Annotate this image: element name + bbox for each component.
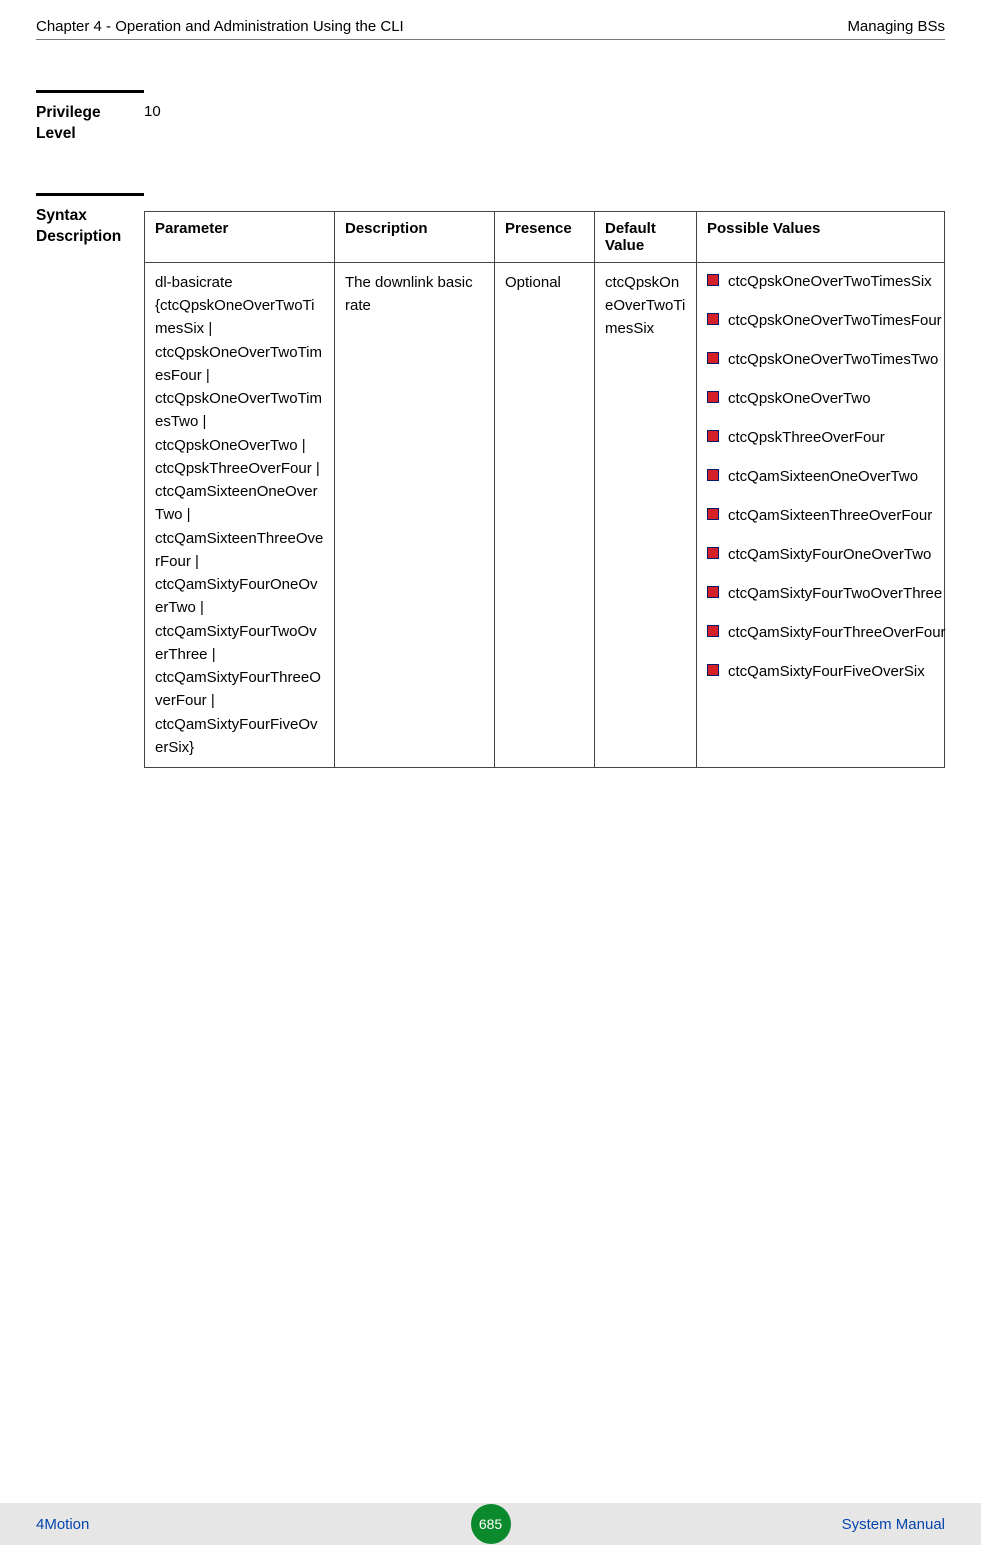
header-left: Chapter 4 - Operation and Administration… xyxy=(36,18,404,35)
possible-value-text: ctcQpskOneOverTwo xyxy=(728,388,934,409)
bullet-icon xyxy=(707,547,719,559)
bullet-icon xyxy=(707,469,719,481)
possible-value-text: ctcQpskOneOverTwoTimesSix xyxy=(728,271,934,292)
bullet-icon xyxy=(707,664,719,676)
bullet-icon xyxy=(707,430,719,442)
cell-parameter: dl-basicrate {ctcQpskOneOverTwoTimesSix … xyxy=(145,262,335,767)
col-parameter: Parameter xyxy=(145,211,335,262)
privilege-label: Privilege Level xyxy=(36,90,144,145)
list-item: ctcQamSixtyFourTwoOverThree xyxy=(707,583,934,604)
possible-value-text: ctcQamSixteenOneOverTwo xyxy=(728,466,934,487)
col-presence: Presence xyxy=(495,211,595,262)
bullet-icon xyxy=(707,625,719,637)
page-header: Chapter 4 - Operation and Administration… xyxy=(36,18,945,40)
list-item: ctcQamSixteenOneOverTwo xyxy=(707,466,934,487)
bullet-icon xyxy=(707,508,719,520)
list-item: ctcQpskOneOverTwoTimesFour xyxy=(707,310,934,331)
privilege-label-line2: Level xyxy=(36,125,76,142)
bullet-icon xyxy=(707,391,719,403)
list-item: ctcQpskOneOverTwoTimesSix xyxy=(707,271,934,292)
list-item: ctcQamSixtyFourThreeOverFour xyxy=(707,622,934,643)
bullet-icon xyxy=(707,274,719,286)
possible-value-text: ctcQpskOneOverTwoTimesFour xyxy=(728,310,942,331)
possible-value-text: ctcQamSixtyFourThreeOverFour xyxy=(728,622,946,643)
possible-value-text: ctcQamSixtyFourTwoOverThree xyxy=(728,583,942,604)
possible-value-text: ctcQpskThreeOverFour xyxy=(728,427,934,448)
page-number-badge: 685 xyxy=(471,1504,511,1544)
cell-default: ctcQpskOneOverTwoTimesSix xyxy=(595,262,697,767)
footer-right: System Manual xyxy=(842,1516,945,1533)
table-header-row: Parameter Description Presence Default V… xyxy=(145,211,945,262)
parameter-table: Parameter Description Presence Default V… xyxy=(144,211,945,768)
list-item: ctcQpskThreeOverFour xyxy=(707,427,934,448)
privilege-block: Privilege Level 10 xyxy=(36,90,945,145)
bullet-icon xyxy=(707,352,719,364)
col-default: Default Value xyxy=(595,211,697,262)
list-item: ctcQpskOneOverTwo xyxy=(707,388,934,409)
col-possible: Possible Values xyxy=(697,211,945,262)
privilege-value: 10 xyxy=(144,90,161,145)
header-right: Managing BSs xyxy=(847,18,945,35)
possible-value-text: ctcQamSixtyFourFiveOverSix xyxy=(728,661,934,682)
list-item: ctcQamSixtyFourOneOverTwo xyxy=(707,544,934,565)
cell-description: The downlink basic rate xyxy=(335,262,495,767)
possible-value-text: ctcQamSixtyFourOneOverTwo xyxy=(728,544,934,565)
possible-value-text: ctcQamSixteenThreeOverFour xyxy=(728,505,934,526)
page-footer: 4Motion 685 System Manual xyxy=(0,1503,981,1545)
syntax-label-line2: Description xyxy=(36,228,121,245)
possible-values-list: ctcQpskOneOverTwoTimesSix ctcQpskOneOver… xyxy=(707,271,934,682)
cell-possible: ctcQpskOneOverTwoTimesSix ctcQpskOneOver… xyxy=(697,262,945,767)
bullet-icon xyxy=(707,313,719,325)
syntax-description-block: Syntax Description Parameter Description… xyxy=(36,193,945,768)
privilege-label-line1: Privilege xyxy=(36,104,101,121)
bullet-icon xyxy=(707,586,719,598)
cell-presence: Optional xyxy=(495,262,595,767)
table-row: dl-basicrate {ctcQpskOneOverTwoTimesSix … xyxy=(145,262,945,767)
possible-value-text: ctcQpskOneOverTwoTimesTwo xyxy=(728,349,938,370)
list-item: ctcQpskOneOverTwoTimesTwo xyxy=(707,349,934,370)
syntax-label: Syntax Description xyxy=(36,193,144,768)
list-item: ctcQamSixteenThreeOverFour xyxy=(707,505,934,526)
footer-left: 4Motion xyxy=(36,1516,89,1533)
syntax-label-line1: Syntax xyxy=(36,207,87,224)
col-description: Description xyxy=(335,211,495,262)
list-item: ctcQamSixtyFourFiveOverSix xyxy=(707,661,934,682)
